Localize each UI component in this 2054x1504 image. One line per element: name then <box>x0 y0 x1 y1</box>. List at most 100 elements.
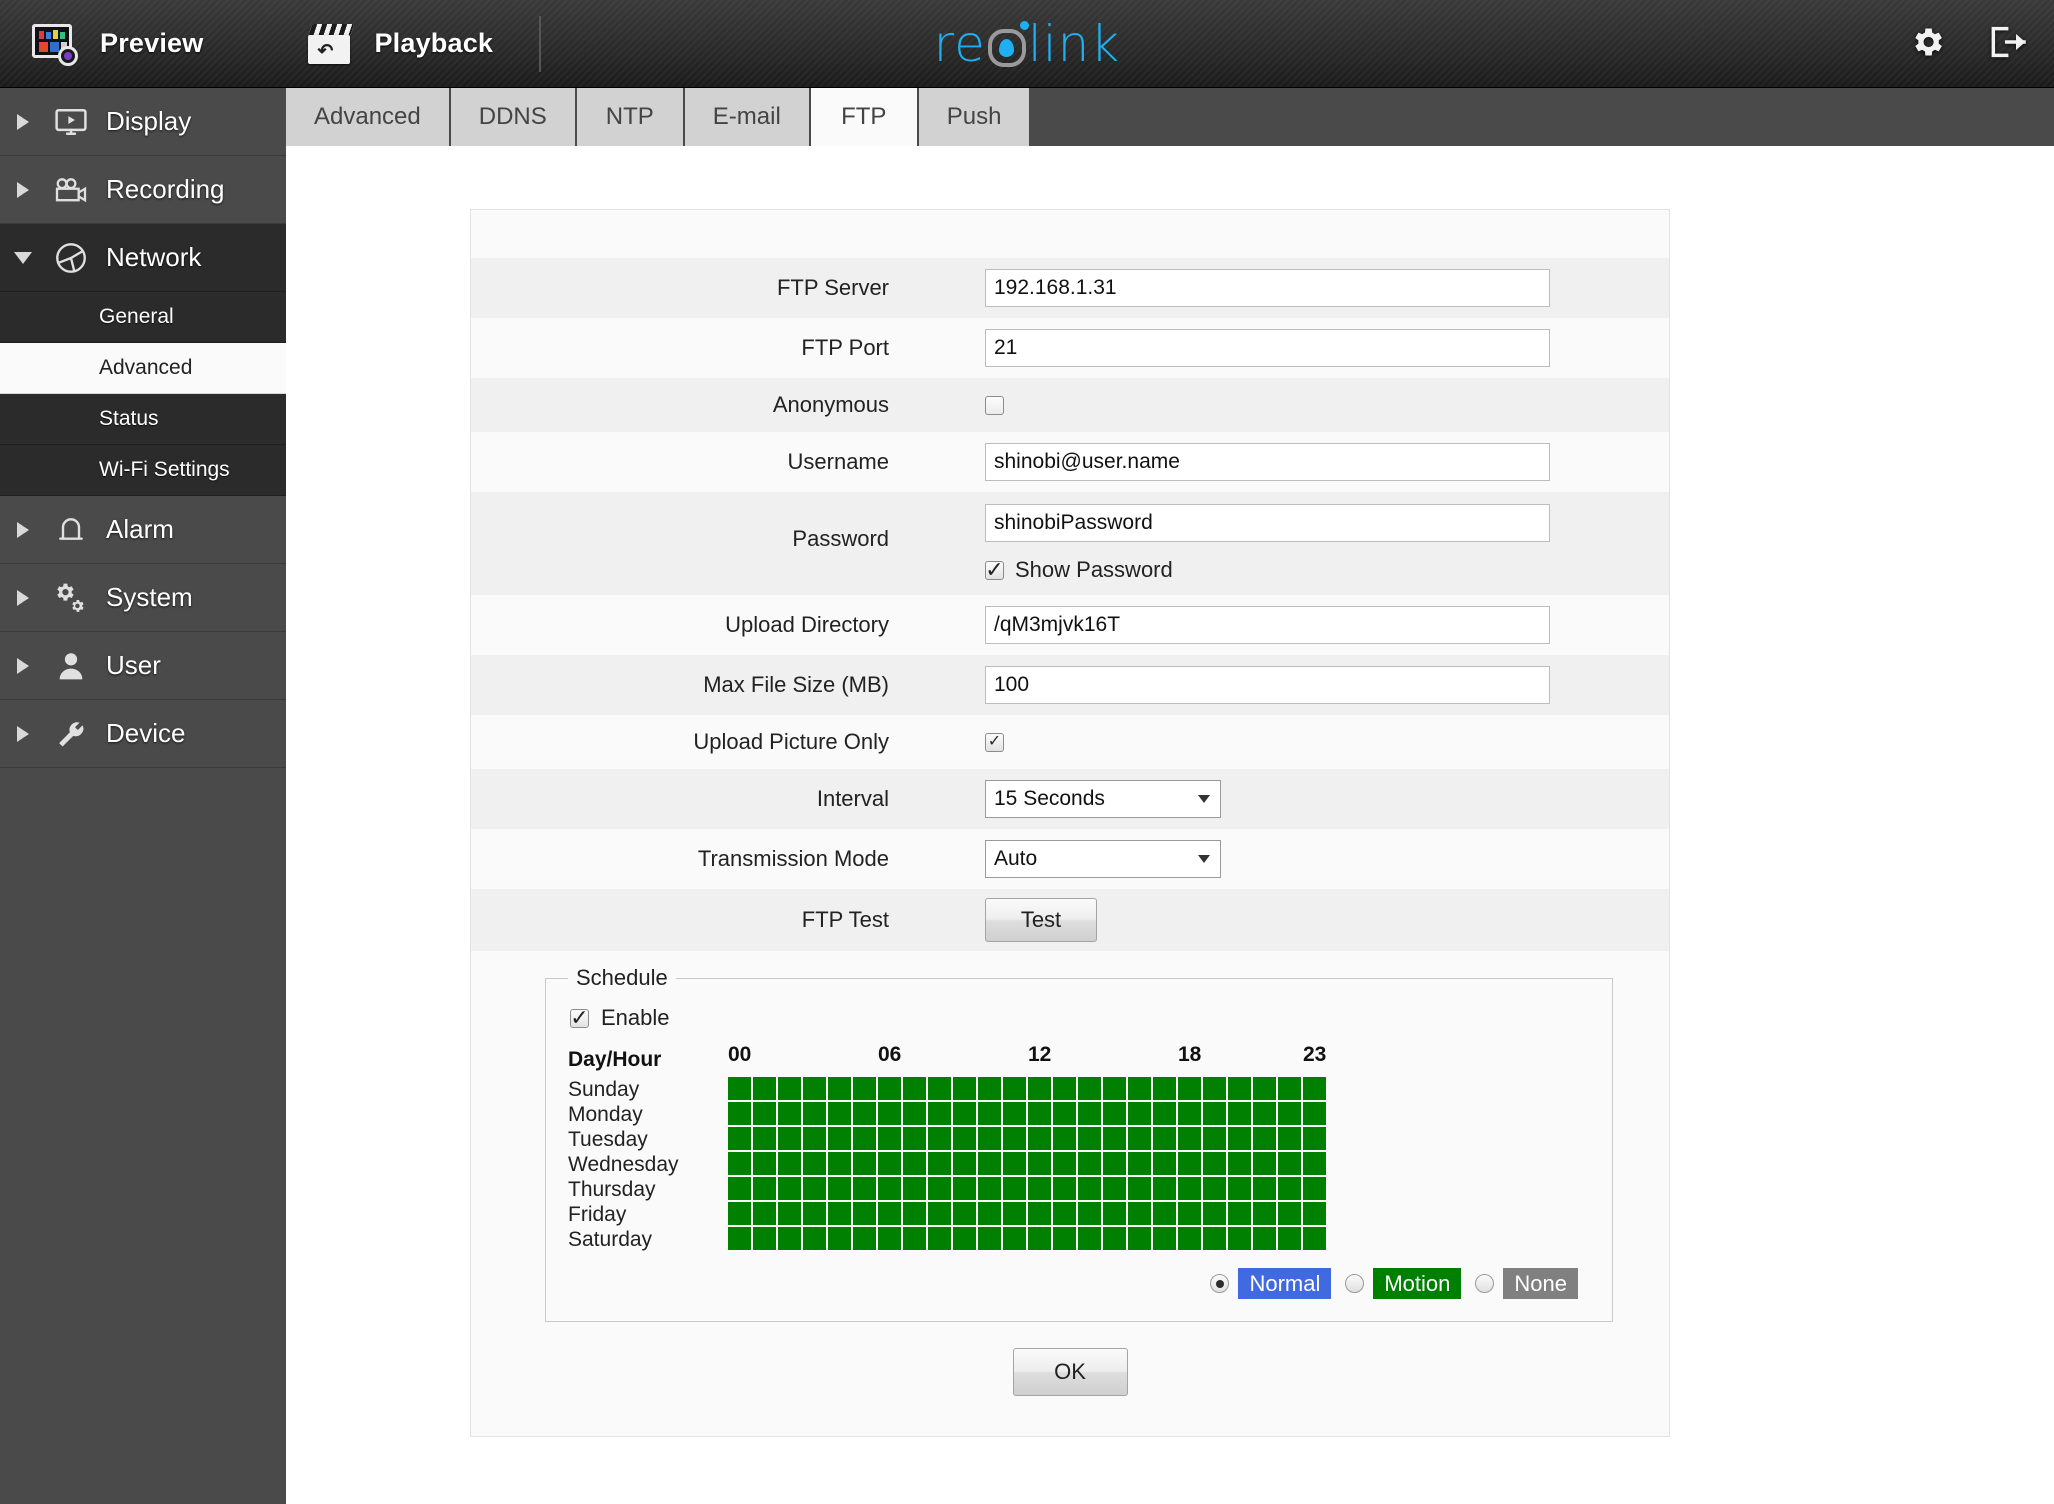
schedule-cell[interactable] <box>978 1102 1003 1127</box>
schedule-cell[interactable] <box>778 1127 803 1152</box>
schedule-cell[interactable] <box>1228 1202 1253 1227</box>
schedule-cell[interactable] <box>1303 1077 1328 1102</box>
schedule-cell[interactable] <box>878 1202 903 1227</box>
schedule-cell[interactable] <box>1103 1227 1128 1252</box>
schedule-cell[interactable] <box>1203 1077 1228 1102</box>
schedule-cell[interactable] <box>1003 1152 1028 1177</box>
schedule-cell[interactable] <box>778 1227 803 1252</box>
gear-icon[interactable] <box>1908 23 1946 66</box>
schedule-cell[interactable] <box>1128 1077 1153 1102</box>
schedule-cell[interactable] <box>953 1102 978 1127</box>
schedule-cell[interactable] <box>753 1227 778 1252</box>
schedule-cell[interactable] <box>853 1227 878 1252</box>
schedule-cell[interactable] <box>1178 1152 1203 1177</box>
schedule-cell[interactable] <box>728 1202 753 1227</box>
mode-motion-radio[interactable] <box>1345 1274 1365 1293</box>
schedule-cell[interactable] <box>903 1152 928 1177</box>
schedule-cell[interactable] <box>1203 1177 1228 1202</box>
schedule-cell[interactable] <box>953 1202 978 1227</box>
schedule-cell[interactable] <box>1128 1102 1153 1127</box>
schedule-cell[interactable] <box>928 1127 953 1152</box>
schedule-cell[interactable] <box>1303 1152 1328 1177</box>
ok-button[interactable]: OK <box>1012 1348 1128 1396</box>
schedule-cell[interactable] <box>1028 1202 1053 1227</box>
schedule-cell[interactable] <box>1303 1127 1328 1152</box>
schedule-cell[interactable] <box>753 1177 778 1202</box>
schedule-cell[interactable] <box>878 1152 903 1177</box>
schedule-cell[interactable] <box>1003 1227 1028 1252</box>
schedule-cell[interactable] <box>828 1177 853 1202</box>
schedule-cell[interactable] <box>1103 1177 1128 1202</box>
schedule-cell[interactable] <box>1303 1202 1328 1227</box>
schedule-cell[interactable] <box>1178 1077 1203 1102</box>
schedule-cell[interactable] <box>853 1077 878 1102</box>
schedule-cell[interactable] <box>753 1152 778 1177</box>
schedule-cell[interactable] <box>903 1202 928 1227</box>
schedule-cell[interactable] <box>1228 1177 1253 1202</box>
schedule-row[interactable] <box>728 1202 1590 1227</box>
schedule-cell[interactable] <box>1128 1227 1153 1252</box>
schedule-cell[interactable] <box>828 1202 853 1227</box>
schedule-cell[interactable] <box>1028 1077 1053 1102</box>
schedule-cell[interactable] <box>953 1077 978 1102</box>
tab-email[interactable]: E-mail <box>684 88 811 146</box>
schedule-cell[interactable] <box>1228 1102 1253 1127</box>
schedule-cell[interactable] <box>1253 1227 1278 1252</box>
schedule-cell[interactable] <box>853 1127 878 1152</box>
schedule-cell[interactable] <box>1178 1177 1203 1202</box>
schedule-cell[interactable] <box>878 1077 903 1102</box>
schedule-cell[interactable] <box>828 1227 853 1252</box>
anonymous-checkbox[interactable]: ✓ <box>985 395 1004 415</box>
schedule-cell[interactable] <box>803 1152 828 1177</box>
upload-picture-only-checkbox[interactable]: ✓ <box>985 732 1004 752</box>
schedule-cell[interactable] <box>728 1152 753 1177</box>
schedule-cell[interactable] <box>1103 1202 1128 1227</box>
schedule-cell[interactable] <box>828 1102 853 1127</box>
sidebar-item-system[interactable]: System <box>0 564 286 632</box>
schedule-cell[interactable] <box>778 1152 803 1177</box>
schedule-cell[interactable] <box>978 1227 1003 1252</box>
schedule-cell[interactable] <box>778 1077 803 1102</box>
schedule-cell[interactable] <box>1028 1102 1053 1127</box>
mode-normal-radio[interactable] <box>1210 1274 1230 1293</box>
tab-ntp[interactable]: NTP <box>576 88 685 146</box>
interval-select[interactable]: 15 Seconds <box>985 780 1221 818</box>
schedule-cell[interactable] <box>1078 1077 1103 1102</box>
schedule-cell[interactable] <box>1228 1127 1253 1152</box>
max-file-size-input[interactable] <box>985 666 1550 704</box>
sidebar-item-device[interactable]: Device <box>0 700 286 768</box>
schedule-cell[interactable] <box>1278 1102 1303 1127</box>
schedule-cell[interactable] <box>803 1227 828 1252</box>
schedule-cell[interactable] <box>928 1177 953 1202</box>
schedule-cell[interactable] <box>1178 1202 1203 1227</box>
sidebar-item-network[interactable]: Network <box>0 224 286 292</box>
schedule-cell[interactable] <box>1253 1102 1278 1127</box>
schedule-cell[interactable] <box>1203 1202 1228 1227</box>
schedule-cell[interactable] <box>903 1077 928 1102</box>
schedule-cell[interactable] <box>803 1202 828 1227</box>
schedule-cell[interactable] <box>953 1227 978 1252</box>
schedule-cell[interactable] <box>803 1102 828 1127</box>
sidebar-item-recording[interactable]: Recording <box>0 156 286 224</box>
password-input[interactable] <box>985 504 1550 542</box>
schedule-cell[interactable] <box>753 1102 778 1127</box>
playback-button[interactable]: ↶ Playback <box>308 0 493 87</box>
schedule-cell[interactable] <box>1078 1202 1103 1227</box>
schedule-cell[interactable] <box>1303 1177 1328 1202</box>
schedule-cell[interactable] <box>828 1152 853 1177</box>
schedule-cell[interactable] <box>1053 1102 1078 1127</box>
schedule-cell[interactable] <box>853 1202 878 1227</box>
schedule-cell[interactable] <box>928 1152 953 1177</box>
schedule-cell[interactable] <box>1228 1152 1253 1177</box>
schedule-cell[interactable] <box>1153 1077 1178 1102</box>
schedule-cell[interactable] <box>878 1227 903 1252</box>
schedule-cell[interactable] <box>1178 1227 1203 1252</box>
schedule-row[interactable] <box>728 1152 1590 1177</box>
schedule-cell[interactable] <box>728 1177 753 1202</box>
schedule-cell[interactable] <box>1278 1202 1303 1227</box>
schedule-cell[interactable] <box>1253 1127 1278 1152</box>
schedule-cell[interactable] <box>803 1177 828 1202</box>
schedule-cell[interactable] <box>1278 1077 1303 1102</box>
schedule-cell[interactable] <box>1078 1227 1103 1252</box>
schedule-cell[interactable] <box>1253 1177 1278 1202</box>
